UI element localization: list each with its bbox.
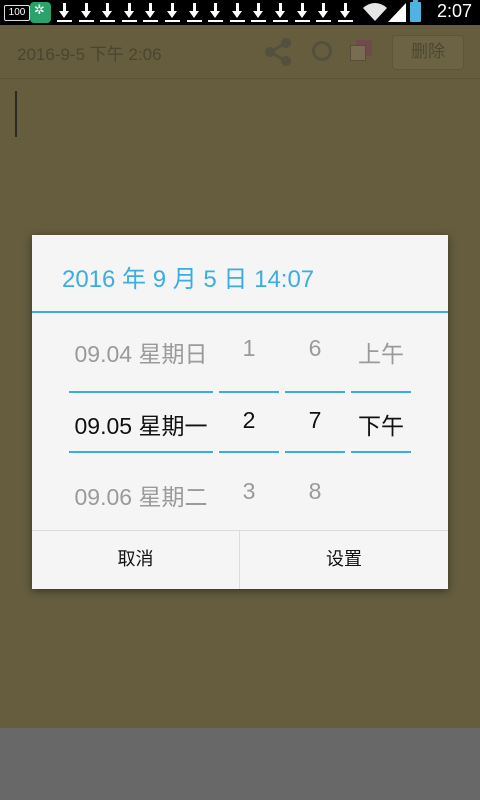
hour-picker-column[interactable]: 1 2 3	[219, 313, 279, 529]
minute-next-value[interactable]: 8	[285, 478, 345, 505]
share-icon[interactable]	[262, 37, 294, 67]
download-icon	[270, 0, 292, 25]
download-icon	[54, 0, 76, 25]
dialog-title: 2016 年 9 月 5 日 14:07	[62, 266, 315, 293]
download-icon	[76, 0, 98, 25]
download-icon	[248, 0, 270, 25]
ampm-picker-column[interactable]: 上午 下午	[351, 313, 411, 529]
signal-icon	[388, 3, 406, 22]
date-picker-column[interactable]: 09.04 星期日 09.05 星期一 09.06 星期二	[69, 313, 213, 529]
minute-selected-value[interactable]: 7	[285, 407, 345, 434]
note-toolbar: 2016-9-5 下午 2:06 删除	[0, 25, 480, 79]
download-icon	[140, 0, 162, 25]
date-prev-value[interactable]: 09.04 星期日	[69, 335, 213, 369]
note-date-label: 2016-9-5 下午 2:06	[17, 45, 162, 64]
battery-icon	[410, 0, 421, 22]
download-icon	[227, 0, 249, 25]
background-color-icon[interactable]	[350, 40, 374, 62]
battery-level-indicator: 100	[4, 5, 30, 21]
text-cursor	[15, 91, 17, 137]
set-button[interactable]: 设置	[240, 531, 448, 589]
minute-prev-value[interactable]: 6	[285, 335, 345, 362]
ampm-selected-value[interactable]: 下午	[351, 407, 411, 441]
hour-next-value[interactable]: 3	[219, 478, 279, 505]
download-notifications	[54, 0, 356, 25]
clock: 2:07	[436, 1, 472, 21]
navigation-area	[0, 728, 480, 800]
status-bar: 100 2:07	[0, 0, 480, 25]
minute-picker-column[interactable]: 6 7 8	[285, 313, 345, 529]
download-icon	[205, 0, 227, 25]
hour-prev-value[interactable]: 1	[219, 335, 279, 362]
ampm-prev-value[interactable]: 上午	[351, 335, 411, 369]
hour-selected-value[interactable]: 2	[219, 407, 279, 434]
cancel-button[interactable]: 取消	[32, 531, 239, 589]
download-icon	[184, 0, 206, 25]
date-selected-value[interactable]: 09.05 星期一	[69, 407, 213, 441]
date-next-value[interactable]: 09.06 星期二	[69, 478, 213, 512]
download-icon	[335, 0, 357, 25]
delete-button[interactable]: 删除	[392, 35, 464, 70]
download-icon	[292, 0, 314, 25]
wifi-icon	[363, 3, 387, 22]
download-icon	[97, 0, 119, 25]
download-icon	[162, 0, 184, 25]
datetime-picker-dialog: 2016 年 9 月 5 日 14:07 09.04 星期日 09.05 星期一…	[32, 235, 448, 589]
alarm-icon[interactable]	[312, 41, 332, 61]
download-icon	[119, 0, 141, 25]
download-icon	[313, 0, 335, 25]
app-notification-icon	[30, 2, 51, 23]
